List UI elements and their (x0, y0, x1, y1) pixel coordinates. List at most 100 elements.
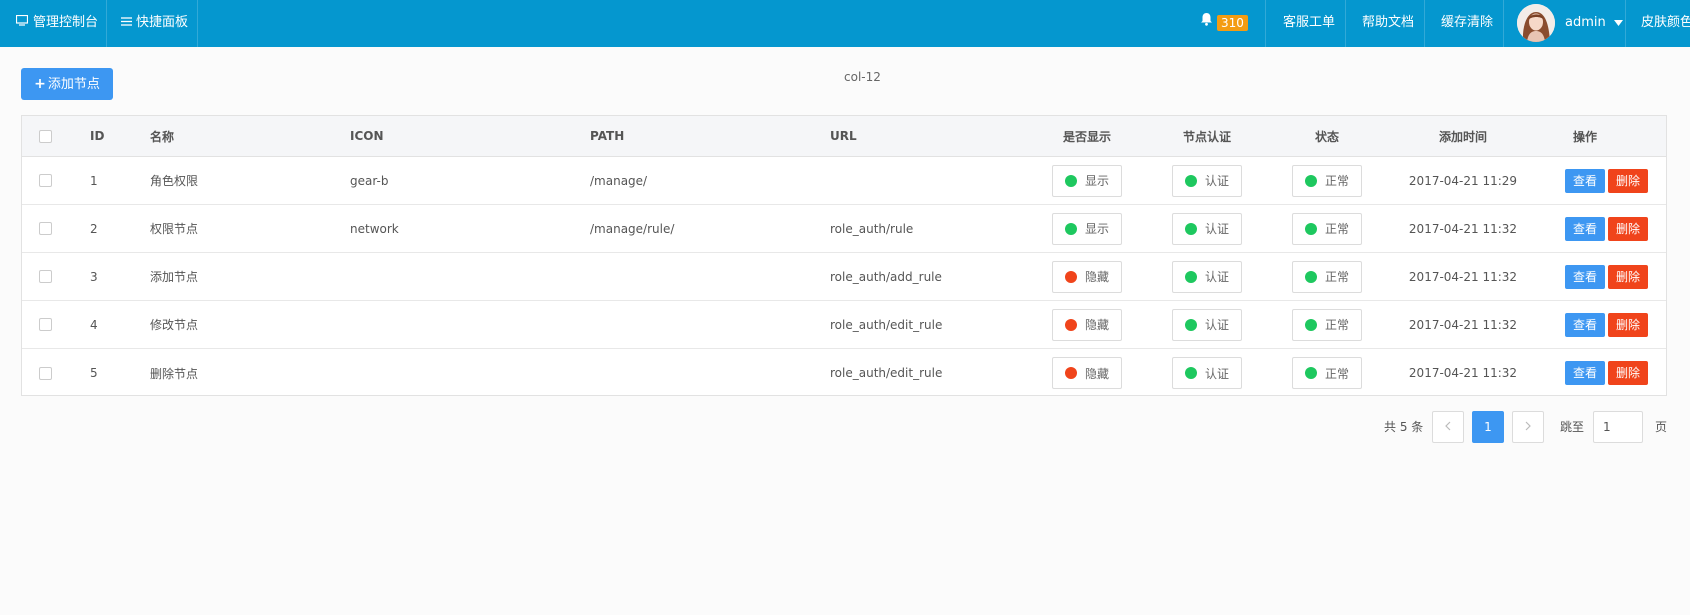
cell-path: /manage/ (590, 173, 648, 188)
display-dot (1064, 318, 1077, 331)
auth-dot (1184, 222, 1197, 235)
cell-id: 3 (90, 269, 98, 284)
auth-label: 认证 (1204, 270, 1229, 284)
auth-label: 认证 (1204, 174, 1229, 188)
menu-icon (121, 0, 132, 45)
help-docs-link[interactable]: 帮助文档 (1362, 0, 1414, 47)
user-menu[interactable]: admin (1565, 0, 1623, 47)
row-checkbox[interactable] (39, 270, 52, 283)
cell-time: 2017-04-21 11:32 (1408, 221, 1518, 236)
status-toggle[interactable]: 正常 (1292, 164, 1362, 197)
auth-dot (1184, 174, 1197, 187)
header-status: 状态 (1314, 129, 1339, 144)
avatar[interactable] (1517, 4, 1555, 42)
table-row: 4 修改节点 role_auth/edit_rule 隐藏 认证 正常 2017… (22, 301, 1666, 349)
page-1-button[interactable]: 1 (1472, 411, 1504, 443)
monitor-icon (15, 0, 29, 45)
next-page-button[interactable] (1512, 411, 1544, 443)
support-ticket-link[interactable]: 客服工单 (1283, 0, 1335, 47)
cell-name: 角色权限 (150, 174, 199, 188)
cell-time: 2017-04-21 11:32 (1408, 269, 1518, 284)
table-row: 3 添加节点 role_auth/add_rule 隐藏 认证 正常 2017-… (22, 253, 1666, 301)
display-cell: 显示 (1042, 205, 1132, 252)
view-button[interactable]: 查看 (1565, 312, 1605, 337)
row-checkbox[interactable] (39, 318, 52, 331)
display-dot (1064, 270, 1077, 283)
skin-color-link[interactable]: 皮肤颜色 (1641, 0, 1690, 47)
status-toggle[interactable]: 正常 (1292, 212, 1362, 245)
auth-toggle[interactable]: 认证 (1172, 260, 1242, 293)
display-toggle[interactable]: 显示 (1052, 212, 1122, 245)
auth-label: 认证 (1204, 318, 1229, 332)
cell-url: role_auth/rule (830, 221, 914, 236)
status-cell: 正常 (1282, 253, 1372, 300)
display-toggle[interactable]: 显示 (1052, 164, 1122, 197)
select-all-checkbox[interactable] (39, 129, 52, 143)
page-suffix: 页 (1655, 420, 1668, 434)
divider (197, 0, 198, 47)
display-cell: 隐藏 (1042, 349, 1132, 397)
view-button[interactable]: 查看 (1565, 168, 1605, 193)
cell-time: 2017-04-21 11:29 (1408, 173, 1518, 188)
header-auth: 节点认证 (1182, 129, 1231, 144)
status-cell: 正常 (1282, 349, 1372, 397)
select-all-checkbox-cell (39, 116, 52, 156)
auth-dot (1184, 318, 1197, 331)
cell-url: role_auth/edit_rule (830, 366, 943, 380)
status-toggle[interactable]: 正常 (1292, 260, 1362, 293)
header-icon: ICON (350, 129, 384, 143)
status-cell: 正常 (1282, 205, 1372, 252)
row-checkbox-cell (39, 301, 52, 348)
delete-button[interactable]: 删除 (1608, 168, 1648, 193)
delete-button[interactable]: 删除 (1608, 216, 1648, 241)
delete-button[interactable]: 删除 (1608, 312, 1648, 337)
status-toggle[interactable]: 正常 (1292, 308, 1362, 341)
notification-button[interactable]: 310 (1200, 0, 1248, 47)
header-url: URL (830, 129, 857, 143)
status-cell: 正常 (1282, 301, 1372, 348)
display-label: 隐藏 (1084, 318, 1109, 332)
auth-cell: 认证 (1162, 253, 1252, 300)
display-toggle[interactable]: 隐藏 (1052, 308, 1122, 341)
auth-cell: 认证 (1162, 157, 1252, 204)
header-name: 名称 (150, 129, 175, 144)
row-checkbox[interactable] (39, 366, 52, 380)
delete-button[interactable]: 删除 (1608, 264, 1648, 289)
username-label: admin (1565, 15, 1606, 30)
add-node-label: 添加节点 (47, 77, 100, 92)
view-button[interactable]: 查看 (1565, 264, 1605, 289)
status-toggle[interactable]: 正常 (1292, 357, 1362, 389)
divider (1625, 0, 1626, 47)
view-button[interactable]: 查看 (1565, 216, 1605, 241)
header-actions: 操作 (1572, 129, 1597, 144)
add-node-button[interactable]: + 添加节点 (21, 68, 113, 100)
quick-panel-label: 快捷面板 (136, 15, 189, 30)
cell-name: 删除节点 (150, 366, 199, 381)
divider (1345, 0, 1346, 47)
console-link[interactable]: 管理控制台 (15, 0, 99, 47)
table-row: 5 删除节点 role_auth/edit_rule 隐藏 认证 正常 2017… (22, 349, 1666, 397)
actions-cell: 查看 删除 (1565, 349, 1651, 397)
row-checkbox[interactable] (39, 174, 52, 187)
notification-badge: 310 (1217, 14, 1248, 31)
console-label: 管理控制台 (33, 15, 99, 30)
cell-time: 2017-04-21 11:32 (1408, 317, 1518, 332)
delete-button[interactable]: 删除 (1608, 361, 1648, 385)
status-label: 正常 (1324, 270, 1349, 284)
plus-icon: + (34, 76, 46, 92)
auth-toggle[interactable]: 认证 (1172, 164, 1242, 197)
auth-toggle[interactable]: 认证 (1172, 357, 1242, 389)
display-toggle[interactable]: 隐藏 (1052, 357, 1122, 389)
header-path: PATH (590, 129, 625, 143)
prev-page-button[interactable] (1432, 411, 1464, 443)
view-button[interactable]: 查看 (1565, 361, 1605, 385)
auth-toggle[interactable]: 认证 (1172, 308, 1242, 341)
divider (106, 0, 107, 47)
quick-panel-link[interactable]: 快捷面板 (121, 0, 188, 47)
node-table: ID 名称 ICON PATH URL 是否显示 节点认证 状态 添加时间 操作… (21, 115, 1667, 396)
clear-cache-link[interactable]: 缓存清除 (1441, 0, 1493, 47)
auth-toggle[interactable]: 认证 (1172, 212, 1242, 245)
display-toggle[interactable]: 隐藏 (1052, 260, 1122, 293)
jump-page-input[interactable]: 1 (1593, 411, 1643, 443)
row-checkbox[interactable] (39, 222, 52, 235)
